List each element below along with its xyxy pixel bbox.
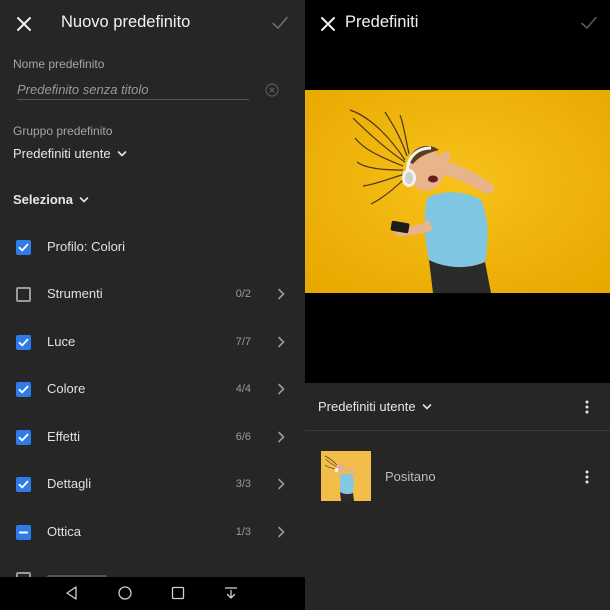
preset-thumbnail[interactable] xyxy=(321,451,371,501)
checkmark-icon xyxy=(18,480,29,489)
checkbox[interactable] xyxy=(16,240,31,255)
row-label: Strumenti xyxy=(47,286,103,301)
setting-row-color[interactable]: Colore 4/4 xyxy=(0,381,305,429)
chevron-right-icon[interactable] xyxy=(277,288,285,300)
setting-row-effects[interactable]: Effetti 6/6 xyxy=(0,429,305,477)
back-nav-icon[interactable] xyxy=(64,585,80,601)
more-vertical-icon[interactable] xyxy=(585,400,589,414)
chevron-down-icon xyxy=(422,403,431,410)
chevron-right-icon[interactable] xyxy=(277,383,285,395)
home-nav-icon[interactable] xyxy=(117,585,133,601)
preset-group-value: Predefiniti utente xyxy=(318,399,416,414)
checkmark-icon xyxy=(18,433,29,442)
preset-name-label: Nome predefinito xyxy=(13,57,105,71)
checkmark-icon[interactable] xyxy=(580,14,598,32)
select-dropdown[interactable]: Seleziona xyxy=(13,192,89,207)
more-vertical-icon[interactable] xyxy=(585,470,589,484)
preset-group-value: Predefiniti utente xyxy=(13,146,111,161)
chevron-right-icon[interactable] xyxy=(277,478,285,490)
system-nav-bar xyxy=(0,577,305,610)
preset-name: Positano xyxy=(385,469,436,484)
recents-nav-icon[interactable] xyxy=(170,585,186,601)
dropdown-nav-icon[interactable] xyxy=(223,585,239,601)
preset-group-label: Gruppo predefinito xyxy=(13,124,113,138)
row-label: Colore xyxy=(47,381,86,396)
preset-name-input[interactable] xyxy=(17,80,249,100)
checkmark-icon xyxy=(18,385,29,394)
setting-row-light[interactable]: Luce 7/7 xyxy=(0,334,305,382)
row-label: Ottica xyxy=(47,524,81,539)
preset-group-dropdown[interactable]: Predefiniti utente xyxy=(318,399,432,414)
preset-list-section: Predefiniti utente Positano xyxy=(305,383,610,610)
row-label: Profilo: Colori xyxy=(47,239,126,254)
photo-image xyxy=(305,90,610,293)
chevron-down-icon xyxy=(79,196,89,203)
checkbox[interactable] xyxy=(16,335,31,350)
checkmark-icon xyxy=(18,338,29,347)
row-label: Luce xyxy=(47,334,76,349)
row-count: 7/7 xyxy=(235,336,251,348)
chevron-right-icon[interactable] xyxy=(277,431,285,443)
chevron-right-icon[interactable] xyxy=(277,526,285,538)
setting-row-profile[interactable]: Profilo: Colori xyxy=(0,239,305,287)
row-count: 3/3 xyxy=(235,478,251,490)
close-icon[interactable] xyxy=(14,14,34,34)
divider xyxy=(305,430,610,431)
row-label: Dettagli xyxy=(47,476,92,491)
preset-group-dropdown[interactable]: Predefiniti utente xyxy=(13,146,127,161)
row-label: Effetti xyxy=(47,429,81,444)
minus-icon xyxy=(19,531,28,534)
checkbox[interactable] xyxy=(16,287,31,302)
presets-panel: Predefiniti Predefiniti utente Positano xyxy=(305,0,610,610)
setting-row-optics[interactable]: Ottica 1/3 xyxy=(0,524,305,572)
row-count: 1/3 xyxy=(235,526,251,538)
clear-icon[interactable] xyxy=(265,83,279,97)
new-preset-header: Nuovo predefinito xyxy=(0,0,305,48)
preset-thumbnail-image xyxy=(321,451,371,501)
checkmark-icon[interactable] xyxy=(271,14,289,32)
chevron-down-icon xyxy=(117,150,126,157)
row-count: 6/6 xyxy=(235,431,251,443)
checkbox[interactable] xyxy=(16,382,31,397)
page-title: Predefiniti xyxy=(345,13,419,31)
chevron-right-icon[interactable] xyxy=(277,336,285,348)
checkbox[interactable] xyxy=(16,477,31,492)
setting-row-details[interactable]: Dettagli 3/3 xyxy=(0,476,305,524)
close-icon[interactable] xyxy=(318,14,338,34)
presets-header: Predefiniti xyxy=(305,0,610,48)
setting-row-tools[interactable]: Strumenti 0/2 xyxy=(0,286,305,334)
row-count: 4/4 xyxy=(235,383,251,395)
checkbox[interactable] xyxy=(16,525,31,540)
checkbox[interactable] xyxy=(16,430,31,445)
photo-preview xyxy=(305,90,610,293)
select-label: Seleziona xyxy=(13,192,73,207)
page-title: Nuovo predefinito xyxy=(61,13,191,31)
new-preset-panel: Nuovo predefinito Nome predefinito Grupp… xyxy=(0,0,305,577)
checkmark-icon xyxy=(18,243,29,252)
row-count: 0/2 xyxy=(235,288,251,300)
